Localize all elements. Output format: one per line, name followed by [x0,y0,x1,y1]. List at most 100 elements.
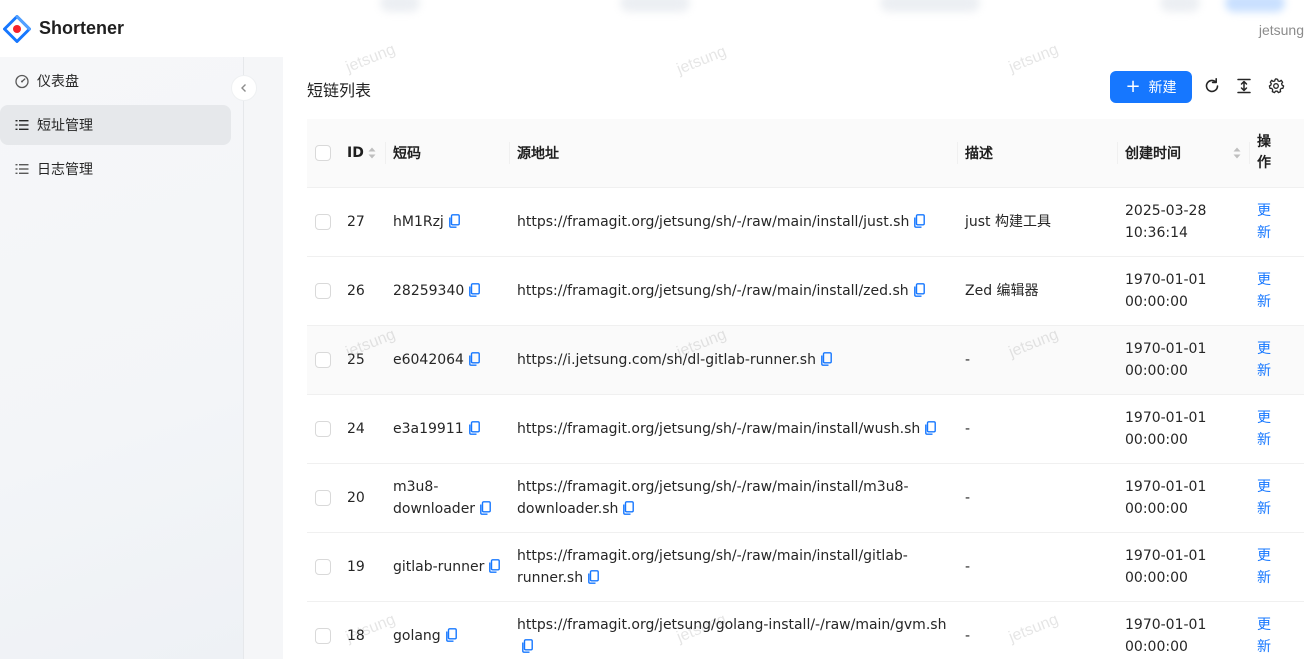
table-row: 20 m3u8- downloader https://framagit.org/je… [307,463,1304,533]
blurred-element [1160,0,1200,12]
short-code: 28259340 [393,282,465,299]
update-link-label: 新 [1257,293,1271,310]
row-source-cell: https://framagit.org/jetsung/sh/-/raw/ma… [509,394,957,464]
copy-icon[interactable] [489,558,501,573]
sidebar-item-shortlinks[interactable]: 短址管理 [0,105,231,145]
row-source-cell: https://i.jetsung.com/sh/dl-gitlab-runne… [509,325,957,395]
update-link-label: 新 [1257,569,1271,586]
row-desc: - [957,325,1117,395]
row-select-cell[interactable] [307,394,339,464]
update-link[interactable]: 更新 [1257,545,1304,589]
update-link[interactable]: 更新 [1257,614,1304,658]
row-checkbox[interactable] [315,627,331,644]
update-link[interactable]: 更新 [1257,200,1304,244]
copy-icon[interactable] [480,500,491,515]
table-header-row: ID 短码 源地址 描述 创建时间 操 作 [307,119,1304,188]
row-select-cell[interactable] [307,532,339,602]
sidebar-item-label: 短址管理 [37,118,93,134]
row-ops-cell: 更新 [1249,463,1304,533]
new-button[interactable]: + 新建 [1110,71,1192,103]
row-id: 24 [339,394,385,464]
copy-icon[interactable] [821,351,832,366]
update-link-label: 新 [1257,638,1271,655]
update-link[interactable]: 更新 [1257,269,1304,313]
header-select-all[interactable] [307,119,339,188]
list-icon [15,164,29,174]
blurred-element [380,0,420,12]
header-desc-label: 描述 [965,145,993,162]
row-select-cell[interactable] [307,325,339,395]
copy-icon[interactable] [469,282,481,297]
density-icon[interactable] [1235,77,1253,95]
update-link-label: 新 [1257,362,1271,379]
created-time: 10:36:14 [1125,224,1188,241]
update-link-label: 新 [1257,500,1271,517]
copy-icon[interactable] [448,213,460,228]
row-checkbox[interactable] [315,213,331,230]
update-link-label: 更 [1257,340,1271,357]
update-link-label: 更 [1257,409,1271,426]
short-code: downloader [393,500,476,517]
row-checkbox[interactable] [315,489,331,506]
short-code: e6042064 [393,351,464,368]
app-brand: Shortener [39,18,125,38]
reload-icon[interactable] [1203,77,1221,95]
header-ops-label: 操 [1257,133,1271,150]
update-link-label: 更 [1257,478,1271,495]
row-select-cell[interactable] [307,601,339,659]
user-name[interactable]: jetsung [1259,22,1304,38]
update-link-label: 更 [1257,616,1271,633]
settings-gear-icon[interactable] [1267,77,1285,95]
row-select-cell[interactable] [307,463,339,533]
header-id[interactable]: ID [339,119,385,188]
copy-icon[interactable] [445,627,457,642]
row-code-cell: golang [385,601,509,659]
row-source-cell: https://framagit.org/jetsung/sh/-/raw/ma… [509,532,957,602]
created-time: 00:00:00 [1125,638,1188,655]
select-all-checkbox[interactable] [315,144,331,161]
row-select-cell[interactable] [307,256,339,326]
source-url: https://framagit.org/jetsung/sh/-/raw/ma… [517,420,921,437]
copy-icon[interactable] [468,420,480,435]
sidebar: 仪表盘 短址管理 日志管理 [0,57,244,659]
row-ops-cell: 更新 [1249,325,1304,395]
row-created-cell: 1970-01-01 00:00:00 [1117,601,1249,659]
sidebar-item-dashboard[interactable]: 仪表盘 [0,61,231,101]
logo-icon [3,15,31,43]
row-ops-cell: 更新 [1249,187,1304,257]
row-checkbox[interactable] [315,558,331,575]
copy-icon[interactable] [522,638,533,653]
source-url: https://framagit.org/jetsung/sh/-/raw/ma… [517,282,909,299]
copy-icon[interactable] [623,500,635,515]
created-time: 00:00:00 [1125,362,1188,379]
row-select-cell[interactable] [307,187,339,257]
row-checkbox[interactable] [315,420,331,437]
copy-icon[interactable] [588,569,599,584]
update-link[interactable]: 更新 [1257,407,1304,451]
update-link[interactable]: 更新 [1257,338,1304,382]
copy-icon[interactable] [913,282,925,297]
row-checkbox[interactable] [315,351,331,368]
copy-icon[interactable] [925,420,937,435]
chevron-left-icon [241,84,246,92]
sidebar-collapse-button[interactable] [231,75,257,101]
table-row: 24 e3a19911 https://framagit.org/jetsung/s… [307,394,1304,464]
created-time: 00:00:00 [1125,500,1188,517]
update-link[interactable]: 更新 [1257,476,1304,520]
update-link-label: 更 [1257,202,1271,219]
sort-icon[interactable] [368,146,376,160]
copy-icon[interactable] [469,351,480,366]
source-url: https://framagit.org/jetsung/sh/-/raw/ma… [517,478,909,517]
row-desc: - [957,463,1117,533]
header-ops: 操 作 [1249,119,1304,188]
row-checkbox[interactable] [315,282,331,299]
list-icon [15,120,29,130]
row-id: 18 [339,601,385,659]
sort-icon[interactable] [1233,146,1241,160]
row-source-cell: https://framagit.org/jetsung/sh/-/raw/ma… [509,256,957,326]
created-date: 1970-01-01 [1125,616,1207,633]
header-created[interactable]: 创建时间 [1117,119,1249,188]
copy-icon[interactable] [914,213,926,228]
sidebar-item-logs[interactable]: 日志管理 [0,149,231,189]
header-desc: 描述 [957,119,1117,188]
